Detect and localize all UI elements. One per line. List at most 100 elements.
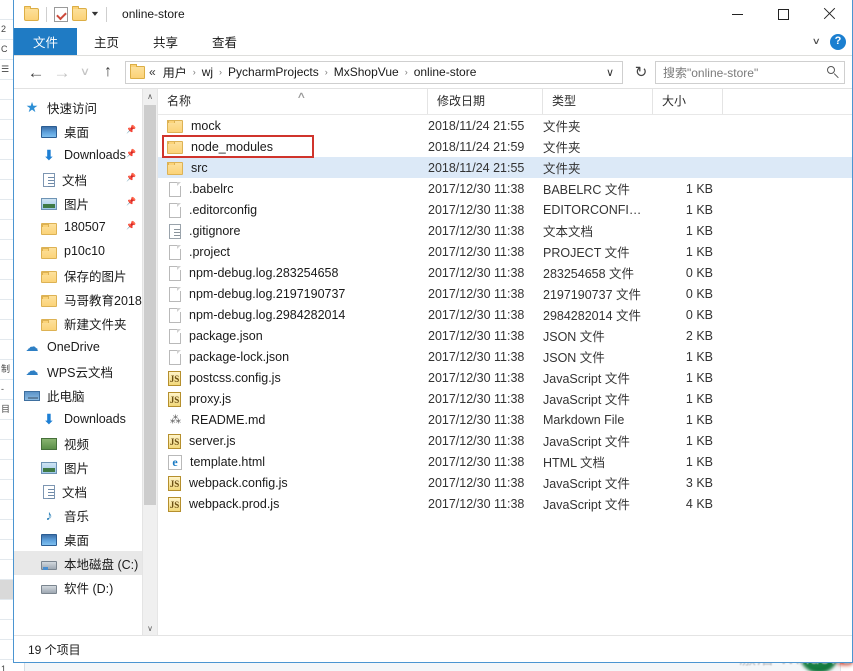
sidebar-item[interactable]: ★ 快速访问 bbox=[14, 95, 143, 119]
file-name-label: server.js bbox=[189, 433, 236, 448]
recent-locations-button[interactable] bbox=[76, 60, 94, 84]
sidebar-item[interactable]: ♪ 音乐 bbox=[14, 503, 143, 527]
up-button[interactable] bbox=[96, 60, 120, 84]
breadcrumb-separator[interactable]: › bbox=[322, 67, 331, 77]
sidebar-item[interactable]: 新建文件夹 bbox=[14, 311, 143, 335]
back-button[interactable] bbox=[24, 60, 48, 84]
scrollbar-thumb[interactable] bbox=[144, 105, 156, 505]
table-row[interactable]: JS server.js 2017/12/30 11:38 JavaScript 文件… bbox=[158, 430, 852, 451]
help-icon[interactable]: ? bbox=[830, 33, 846, 50]
new-folder-icon[interactable] bbox=[72, 5, 87, 21]
breadcrumb-item-0[interactable]: 用户 bbox=[160, 63, 190, 82]
table-row[interactable]: .gitignore 2017/12/30 11:38 文本文档 1 KB bbox=[158, 220, 852, 241]
blank-file-icon bbox=[169, 265, 181, 281]
maximize-button[interactable] bbox=[760, 0, 806, 28]
sidebar-item[interactable]: ☁ WPS云文档 bbox=[14, 359, 143, 383]
table-row[interactable]: .project 2017/12/30 11:38 PROJECT 文件 1 KB bbox=[158, 241, 852, 262]
folder-icon[interactable] bbox=[24, 5, 39, 21]
table-row[interactable]: npm-debug.log.2197190737 2017/12/30 11:38… bbox=[158, 283, 852, 304]
breadcrumb-item-1[interactable]: wj bbox=[199, 64, 216, 80]
close-button[interactable] bbox=[806, 0, 852, 28]
search-box[interactable]: 搜索"online-store" bbox=[655, 60, 845, 84]
table-row[interactable]: JS webpack.prod.js 2017/12/30 11:38 JavaScr… bbox=[158, 493, 852, 514]
sidebar-item[interactable]: 180507 📌 bbox=[14, 215, 143, 239]
column-header-size[interactable]: 大小 bbox=[653, 89, 723, 114]
column-header-date[interactable]: 修改日期 bbox=[428, 89, 543, 114]
tab-file[interactable]: 文件 bbox=[14, 28, 78, 55]
table-row[interactable]: package.json 2017/12/30 11:38 JSON 文件 2 KB bbox=[158, 325, 852, 346]
properties-icon[interactable] bbox=[54, 6, 68, 22]
file-name-cell: template.html bbox=[158, 454, 428, 470]
sidebar-item[interactable]: ⬇ Downloads 📌 bbox=[14, 143, 143, 167]
sidebar-item[interactable]: 保存的图片 bbox=[14, 263, 143, 287]
chevron-down-icon[interactable]: ▾ bbox=[89, 10, 102, 18]
sidebar-item[interactable]: 桌面 bbox=[14, 527, 143, 551]
column-header-blank[interactable] bbox=[723, 89, 852, 114]
sidebar-item[interactable]: 文档 bbox=[14, 479, 143, 503]
breadcrumb-item-3[interactable]: MxShopVue bbox=[331, 64, 402, 80]
sidebar-item[interactable]: 软件 (D:) bbox=[14, 575, 143, 599]
file-name-cell: .project bbox=[158, 244, 428, 260]
table-row[interactable]: .editorconfig 2017/12/30 11:38 EDITORCONFI… bbox=[158, 199, 852, 220]
sidebar-item[interactable]: ⬇ Downloads bbox=[14, 407, 143, 431]
sidebar-item[interactable]: 文档 📌 bbox=[14, 167, 143, 191]
table-row[interactable]: node_modules 2018/11/24 21:59 文件夹 bbox=[158, 136, 852, 157]
explorer-body: ★ 快速访问 桌面 📌 ⬇ Downloads 📌 文档 📌 图片 📌 180507 📌 p10c10 保存… bbox=[14, 88, 852, 635]
breadcrumb-overflow-icon[interactable]: « bbox=[149, 65, 156, 79]
column-header-name[interactable]: 名称 bbox=[158, 89, 428, 114]
tab-view[interactable]: 查看 bbox=[195, 28, 254, 55]
file-date-cell: 2018/11/24 21:55 bbox=[428, 160, 525, 175]
refresh-button[interactable]: ↻ bbox=[629, 60, 653, 84]
file-type-cell: 2197190737 文件 bbox=[543, 288, 641, 302]
table-row[interactable]: package-lock.json 2017/12/30 11:38 JSON 文件… bbox=[158, 346, 852, 367]
file-name-cell: JS webpack.prod.js bbox=[158, 496, 428, 512]
tab-home[interactable]: 主页 bbox=[77, 28, 136, 55]
breadcrumb-item-2[interactable]: PycharmProjects bbox=[225, 64, 322, 80]
file-date-cell: 2017/12/30 11:38 bbox=[428, 244, 525, 259]
breadcrumb-separator[interactable]: › bbox=[190, 67, 199, 77]
search-input[interactable]: 搜索"online-store" bbox=[663, 64, 827, 81]
sidebar-item[interactable]: 视频 bbox=[14, 431, 143, 455]
html-file-icon bbox=[168, 454, 182, 470]
tab-share[interactable]: 共享 bbox=[136, 28, 195, 55]
table-row[interactable]: .babelrc 2017/12/30 11:38 BABELRC 文件 1 KB bbox=[158, 178, 852, 199]
column-header-type[interactable]: 类型 bbox=[543, 89, 653, 114]
sidebar-item[interactable]: ☁ OneDrive bbox=[14, 335, 143, 359]
file-name-label: src bbox=[191, 160, 208, 175]
file-name-label: mock bbox=[191, 118, 221, 133]
sidebar-item[interactable]: 图片 📌 bbox=[14, 191, 143, 215]
documents-icon bbox=[43, 172, 55, 187]
table-row[interactable]: mock 2018/11/24 21:55 文件夹 bbox=[158, 115, 852, 136]
table-row[interactable]: npm-debug.log.2984282014 2017/12/30 11:38… bbox=[158, 304, 852, 325]
sidebar-item[interactable]: 桌面 📌 bbox=[14, 119, 143, 143]
sidebar-item[interactable]: 本地磁盘 (C:) bbox=[14, 551, 143, 575]
minimize-button[interactable] bbox=[714, 0, 760, 28]
table-row[interactable]: JS proxy.js 2017/12/30 11:38 JavaScript 文件 1… bbox=[158, 388, 852, 409]
navigation-pane-scrollbar[interactable]: ∧ ∨ bbox=[142, 89, 157, 635]
scroll-up-button[interactable]: ∧ bbox=[143, 89, 157, 103]
file-type-cell: PROJECT 文件 bbox=[543, 246, 630, 260]
breadcrumb-separator[interactable]: › bbox=[402, 67, 411, 77]
table-row[interactable]: npm-debug.log.283254658 2017/12/30 11:38 2… bbox=[158, 262, 852, 283]
address-dropdown-button[interactable]: ∨ bbox=[600, 62, 620, 83]
scroll-down-button[interactable]: ∨ bbox=[143, 621, 157, 635]
forward-button[interactable] bbox=[50, 60, 74, 84]
file-size-cell: 1 KB bbox=[685, 202, 713, 217]
sidebar-item[interactable]: p10c10 bbox=[14, 239, 143, 263]
sidebar-item[interactable]: 图片 bbox=[14, 455, 143, 479]
breadcrumb-item-4[interactable]: online-store bbox=[411, 64, 480, 80]
js-file-icon: JS bbox=[168, 370, 181, 386]
file-size-cell: 1 KB bbox=[685, 391, 713, 406]
address-bar[interactable]: « 用户 › wj › PycharmProjects › MxShopVue … bbox=[125, 60, 623, 84]
table-row[interactable]: JS postcss.config.js 2017/12/30 11:38 JavaS… bbox=[158, 367, 852, 388]
breadcrumb-separator[interactable]: › bbox=[216, 67, 225, 77]
table-row[interactable]: template.html 2017/12/30 11:38 HTML 文档 1 KB bbox=[158, 451, 852, 472]
refresh-icon: ↻ bbox=[634, 63, 648, 81]
table-row[interactable]: ⁂ README.md 2017/12/30 11:38 Markdown File 1… bbox=[158, 409, 852, 430]
chevron-down-icon[interactable]: ∨ bbox=[812, 36, 821, 47]
table-row[interactable]: src 2018/11/24 21:55 文件夹 bbox=[158, 157, 852, 178]
sidebar-item[interactable]: 马哥教育20180 bbox=[14, 287, 143, 311]
sidebar-item[interactable]: 此电脑 bbox=[14, 383, 143, 407]
table-row[interactable]: JS webpack.config.js 2017/12/30 11:38 JavaS… bbox=[158, 472, 852, 493]
title-bar: ▾ online-store bbox=[14, 0, 852, 28]
